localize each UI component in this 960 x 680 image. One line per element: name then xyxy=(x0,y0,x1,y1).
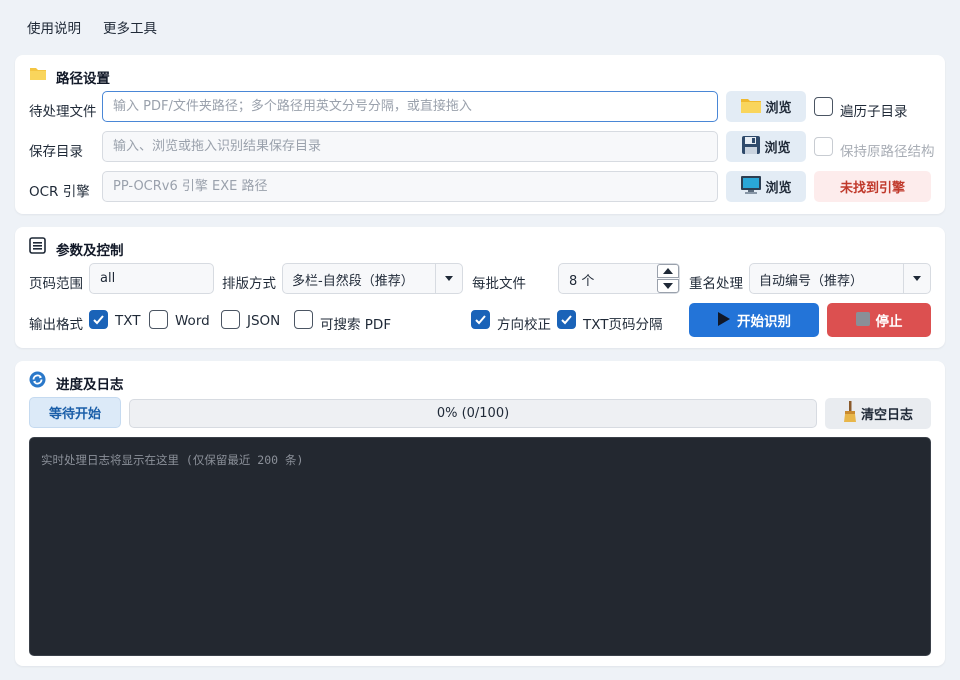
format-json-label: JSON xyxy=(247,313,281,329)
format-pdf-label: 可搜索 PDF xyxy=(320,317,392,333)
browse-input-label: 浏览 xyxy=(765,100,792,115)
batch-label: 每批文件 xyxy=(472,276,526,292)
input-files-field[interactable] xyxy=(102,91,718,122)
input-files-label: 待处理文件 xyxy=(29,104,97,120)
format-json-checkbox[interactable] xyxy=(221,310,240,329)
keep-structure-label: 保持原路径结构 xyxy=(840,144,935,160)
format-word-checkbox[interactable] xyxy=(149,310,168,329)
rename-label: 重名处理 xyxy=(689,276,743,292)
format-txt-label: TXT xyxy=(115,313,141,329)
txt-page-sep-label: TXT页码分隔 xyxy=(583,317,663,333)
progress-bar: 0% (0/100) xyxy=(129,399,817,428)
stop-button[interactable]: 停止 xyxy=(827,303,931,337)
play-icon xyxy=(717,311,731,330)
recursive-checkbox[interactable] xyxy=(814,97,833,116)
browse-output-label: 浏览 xyxy=(764,140,791,155)
progress-panel: 进度及日志 等待开始 0% (0/100) 清空日志 实时处理日志将显示在这里 … xyxy=(15,361,945,666)
engine-status-badge: 未找到引擎 xyxy=(814,171,931,202)
layout-label: 排版方式 xyxy=(222,276,276,292)
refresh-icon xyxy=(29,371,46,392)
format-pdf-checkbox[interactable] xyxy=(294,310,313,329)
ocr-engine-field[interactable] xyxy=(102,171,718,202)
recursive-label: 遍历子目录 xyxy=(840,104,908,120)
layout-value: 多栏-自然段（推荐） xyxy=(292,274,414,289)
folder-icon xyxy=(740,96,762,117)
check-icon xyxy=(561,315,572,325)
browse-engine-button[interactable]: 浏览 xyxy=(726,171,806,202)
page-range-field[interactable] xyxy=(89,263,214,294)
batch-spinbox[interactable]: 8 个 xyxy=(558,263,680,294)
output-dir-label: 保存目录 xyxy=(29,144,83,160)
path-settings-title: 路径设置 xyxy=(56,71,110,87)
format-txt-checkbox[interactable] xyxy=(89,310,108,329)
browse-output-button[interactable]: 浏览 xyxy=(726,131,806,162)
menu-bar: 使用说明 更多工具 xyxy=(0,0,960,52)
start-button[interactable]: 开始识别 xyxy=(689,303,819,337)
check-icon xyxy=(93,315,104,325)
check-icon xyxy=(475,315,486,325)
clear-log-label: 清空日志 xyxy=(860,407,913,422)
log-placeholder: 实时处理日志将显示在这里 (仅保留最近 200 条) xyxy=(41,453,304,467)
output-format-label: 输出格式 xyxy=(29,317,83,333)
keep-structure-checkbox[interactable] xyxy=(814,137,833,156)
clear-log-button[interactable]: 清空日志 xyxy=(825,398,931,429)
rename-value: 自动编号（推荐） xyxy=(759,274,864,289)
chevron-down-icon xyxy=(435,264,462,293)
stop-icon xyxy=(855,311,870,329)
monitor-icon xyxy=(740,175,762,198)
floppy-disk-icon xyxy=(741,135,761,158)
stop-label: 停止 xyxy=(875,314,903,329)
menu-more-tools[interactable]: 更多工具 xyxy=(103,17,157,37)
folder-icon xyxy=(29,66,47,85)
menu-usage[interactable]: 使用说明 xyxy=(27,17,81,37)
spin-up-icon[interactable] xyxy=(657,264,679,278)
orientation-checkbox[interactable] xyxy=(471,310,490,329)
params-panel: 参数及控制 页码范围 排版方式 多栏-自然段（推荐） 每批文件 8 个 重名处理… xyxy=(15,227,945,348)
params-title: 参数及控制 xyxy=(56,243,124,259)
batch-value: 8 个 xyxy=(569,274,595,289)
progress-text: 0% (0/100) xyxy=(436,406,510,421)
document-icon xyxy=(29,237,46,258)
page-range-label: 页码范围 xyxy=(29,276,83,292)
orientation-label: 方向校正 xyxy=(497,317,551,333)
ocr-engine-label: OCR 引擎 xyxy=(29,184,90,200)
status-badge: 等待开始 xyxy=(29,397,121,428)
format-word-label: Word xyxy=(175,313,210,329)
chevron-down-icon xyxy=(903,264,930,293)
browse-input-button[interactable]: 浏览 xyxy=(726,91,806,122)
path-settings-panel: 路径设置 待处理文件 浏览 遍历子目录 保存目录 浏览 保持原路径结构 OCR … xyxy=(15,55,945,214)
rename-select[interactable]: 自动编号（推荐） xyxy=(749,263,931,294)
start-label: 开始识别 xyxy=(737,314,791,329)
progress-title: 进度及日志 xyxy=(56,377,124,393)
output-dir-field[interactable] xyxy=(102,131,718,162)
txt-page-sep-checkbox[interactable] xyxy=(557,310,576,329)
layout-select[interactable]: 多栏-自然段（推荐） xyxy=(282,263,463,294)
spin-down-icon[interactable] xyxy=(657,279,679,293)
log-area[interactable]: 实时处理日志将显示在这里 (仅保留最近 200 条) xyxy=(29,437,931,656)
browse-engine-label: 浏览 xyxy=(765,180,792,195)
broom-icon xyxy=(843,401,857,426)
